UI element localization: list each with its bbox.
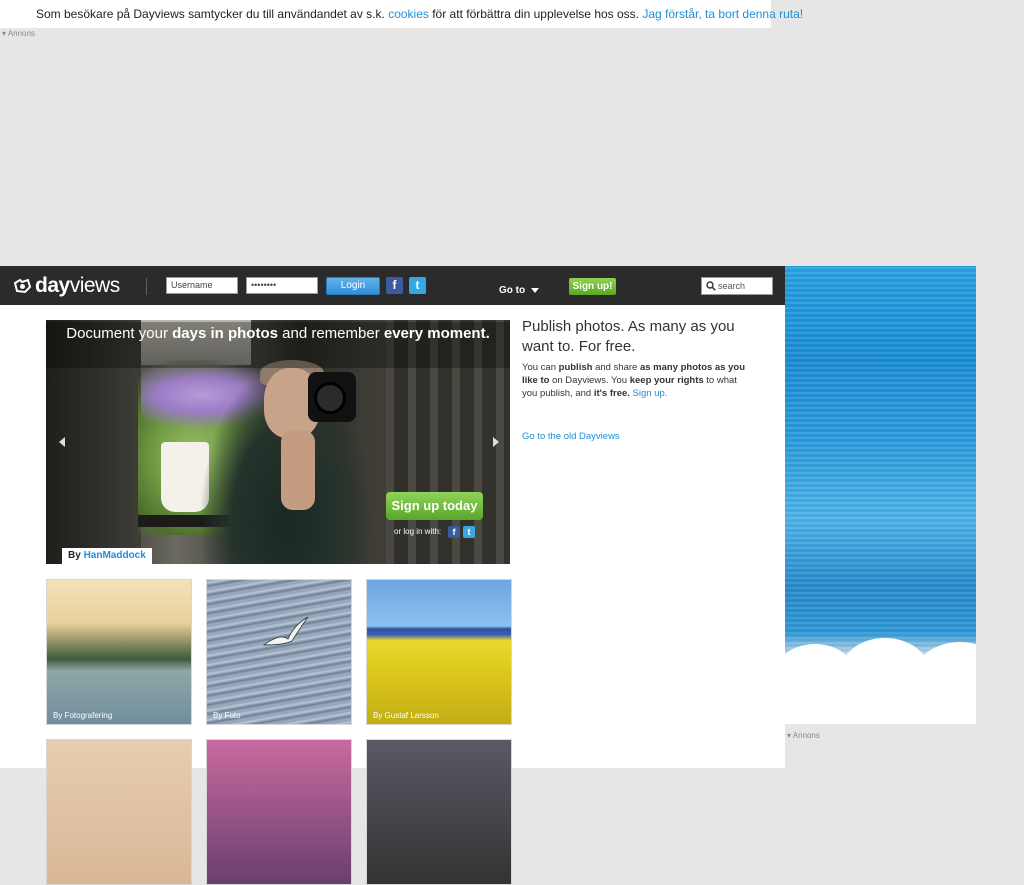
photo-thumbnail[interactable]: By Gustaf Larsson xyxy=(366,579,512,725)
hero-slideshow[interactable]: Document your days in photos and remembe… xyxy=(46,320,510,564)
search-icon xyxy=(706,281,716,291)
intro-title: Publish photos. As many as you want to. … xyxy=(522,318,735,355)
logo-text: dayviews xyxy=(35,274,120,297)
hero-headline: Document your days in photos and remembe… xyxy=(66,325,490,342)
nav-divider xyxy=(146,278,147,295)
ad-label-top: ▾ Annons xyxy=(2,29,35,38)
dayviews-logo[interactable]: dayviews xyxy=(13,274,120,297)
bird-image xyxy=(262,616,309,646)
photo-credit: By HanMaddock xyxy=(62,548,152,564)
photo-thumbnail[interactable] xyxy=(206,739,352,885)
facebook-icon[interactable]: f xyxy=(386,277,403,294)
old-dayviews-link[interactable]: Go to the old Dayviews xyxy=(522,431,620,442)
signup-today-button[interactable]: Sign up today xyxy=(386,492,483,520)
password-input[interactable]: •••••••• xyxy=(246,277,318,294)
photo-thumbnail[interactable] xyxy=(46,739,192,885)
photo-caption: By Foto xyxy=(213,711,241,720)
intro-body: You can publish and share as many photos… xyxy=(522,362,746,399)
signup-link[interactable]: Sign up. xyxy=(633,388,668,399)
camera-logo-icon xyxy=(13,278,31,294)
cookie-text-before: Som besökare på Dayviews samtycker du ti… xyxy=(36,7,385,21)
cookie-banner-text: Som besökare på Dayviews samtycker du ti… xyxy=(36,0,803,28)
search-input[interactable]: search xyxy=(701,277,773,295)
cookie-text-after: för att förbättra din upplevelse hos oss… xyxy=(432,7,640,21)
search-placeholder: search xyxy=(718,281,746,291)
login-button[interactable]: Login xyxy=(326,277,380,295)
ad-label-side: ▾ Annons xyxy=(787,731,820,740)
side-advertisement[interactable] xyxy=(785,266,976,724)
cookie-banner: Som besökare på Dayviews samtycker du ti… xyxy=(0,0,803,28)
facebook-login-icon[interactable]: f xyxy=(448,526,460,538)
photo-caption: By Gustaf Larsson xyxy=(373,711,439,720)
goto-dropdown[interactable]: Go to xyxy=(499,285,540,296)
twitter-icon[interactable]: t xyxy=(409,277,426,294)
cookies-link[interactable]: cookies xyxy=(388,7,429,21)
goto-label: Go to xyxy=(499,285,526,296)
chevron-down-icon xyxy=(531,287,540,293)
credit-author-link[interactable]: HanMaddock xyxy=(84,550,146,561)
login-with-label: or log in with: xyxy=(394,527,442,536)
username-input[interactable]: Username xyxy=(166,277,238,294)
photo-caption: By Fotografering xyxy=(53,711,113,720)
signup-button[interactable]: Sign up! xyxy=(569,278,616,295)
cookie-dismiss-link[interactable]: Jag förstår, ta bort denna ruta! xyxy=(642,7,803,21)
photo-thumbnail[interactable]: By Fotografering xyxy=(46,579,192,725)
photo-thumbnail[interactable]: By Foto xyxy=(206,579,352,725)
twitter-login-icon[interactable]: t xyxy=(463,526,475,538)
next-arrow-icon[interactable] xyxy=(493,437,499,447)
photo-thumbnail[interactable] xyxy=(366,739,512,885)
prev-arrow-icon[interactable] xyxy=(59,437,65,447)
